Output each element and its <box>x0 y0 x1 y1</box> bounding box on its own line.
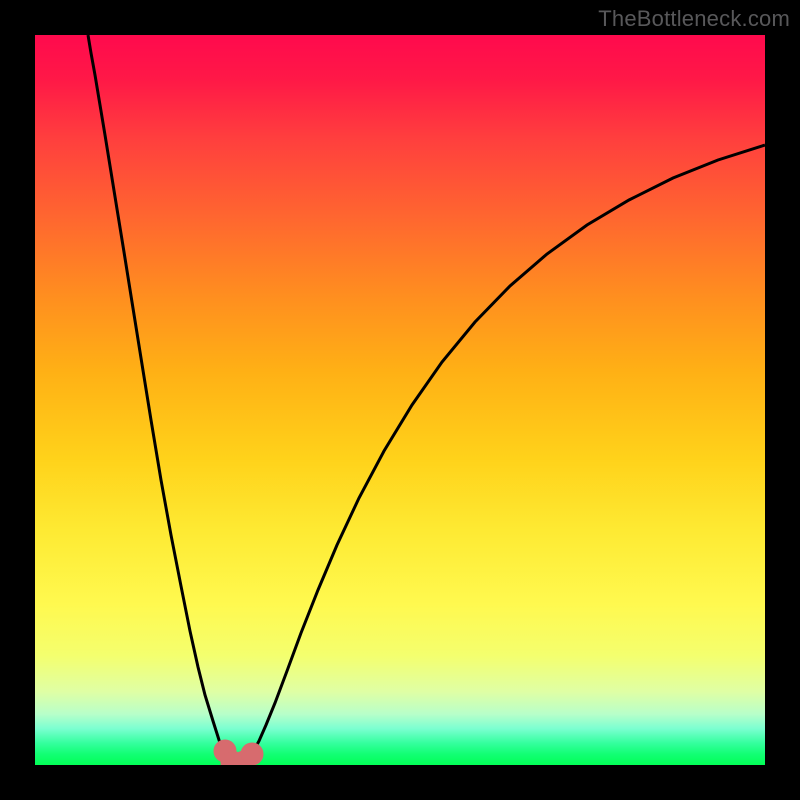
chart-svg <box>35 35 765 765</box>
bottleneck-curve <box>88 35 765 764</box>
plot-area <box>35 35 765 765</box>
chart-frame: TheBottleneck.com <box>0 0 800 800</box>
watermark-text: TheBottleneck.com <box>598 6 790 32</box>
curve-markers <box>214 740 263 765</box>
curve-marker <box>241 743 263 765</box>
